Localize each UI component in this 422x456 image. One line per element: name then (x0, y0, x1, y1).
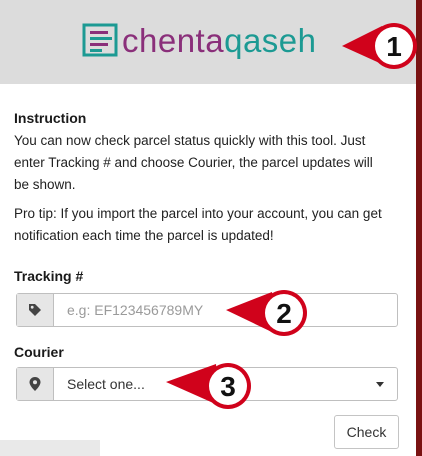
callout-1: 1 (342, 23, 417, 69)
callout-3-number: 3 (220, 371, 236, 402)
pro-tip-line-2: notification each time the parcel is upd… (14, 228, 274, 243)
brand-name-part2: qaseh (224, 21, 317, 59)
pro-tip-line-1: Pro tip: If you import the parcel into y… (14, 206, 382, 221)
brand-name: chentaqaseh (122, 24, 317, 57)
chevron-down-icon (376, 381, 384, 387)
check-button[interactable]: Check (334, 415, 399, 449)
map-marker-icon (17, 368, 54, 400)
logo-mark-icon (82, 23, 118, 57)
courier-label: Courier (14, 344, 64, 360)
brand-logo[interactable]: chentaqaseh (82, 14, 317, 66)
callout-2-number: 2 (276, 298, 292, 329)
instruction-line-3: be shown. (14, 177, 76, 192)
tracking-label: Tracking # (14, 268, 84, 284)
callout-3: 3 (166, 363, 251, 409)
instruction-line-2: enter Tracking # and choose Courier, the… (14, 155, 373, 170)
bottom-edge-shade (0, 440, 100, 456)
tag-icon (17, 294, 54, 326)
callout-1-number: 1 (386, 31, 402, 62)
instruction-heading: Instruction (14, 110, 87, 126)
instruction-line-1: You can now check parcel status quickly … (14, 133, 366, 148)
callout-2: 2 (226, 290, 307, 336)
brand-name-part1: chenta (122, 21, 225, 59)
tracking-input-group (16, 293, 398, 327)
